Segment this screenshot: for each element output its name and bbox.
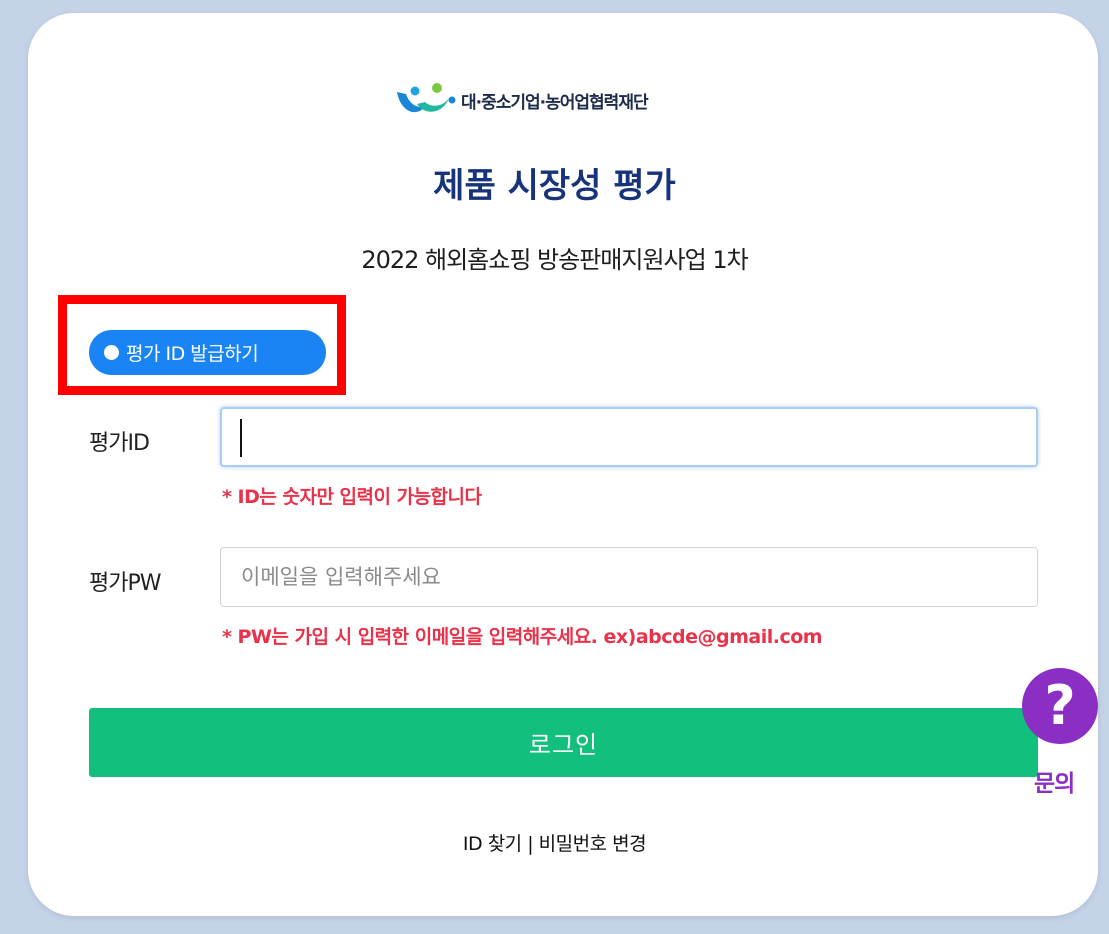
pw-hint: * PW는 가입 시 입력한 이메일을 입력해주세요. ex)abcde@gma… <box>222 626 823 648</box>
link-separator: | <box>527 833 534 855</box>
id-input[interactable] <box>220 407 1038 467</box>
id-hint: * ID는 숫자만 입력이 가능합니다 <box>222 486 482 508</box>
help-label[interactable]: 문의 <box>1034 764 1075 798</box>
pw-field-label: 평가PW <box>89 571 161 596</box>
question-mark-icon[interactable]: ? <box>1022 668 1098 744</box>
find-id-link[interactable]: ID 찾기 <box>463 833 522 855</box>
page-subtitle: 2022 해외홈쇼핑 방송판매지원사업 1차 <box>361 246 748 274</box>
page-title: 제품 시장성 평가 <box>433 166 676 206</box>
org-name: 대·중소기업·농어업협력재단 <box>461 92 649 113</box>
cooperation-foundation-logo-icon <box>397 83 456 113</box>
issue-id-button-label: 평가 ID 발급하기 <box>126 343 259 365</box>
bottom-links: ID 찾기 | 비밀번호 변경 <box>0 829 1109 856</box>
pw-input[interactable] <box>220 547 1038 607</box>
login-button[interactable]: 로그인 <box>89 708 1038 777</box>
change-password-link[interactable]: 비밀번호 변경 <box>539 833 647 855</box>
issue-id-button[interactable]: 평가 ID 발급하기 <box>89 330 326 375</box>
text-caret <box>240 419 242 457</box>
dot-icon <box>104 345 119 360</box>
org-logo: 대·중소기업·농어업협력재단 <box>395 82 649 118</box>
id-field-label: 평가ID <box>89 431 150 456</box>
